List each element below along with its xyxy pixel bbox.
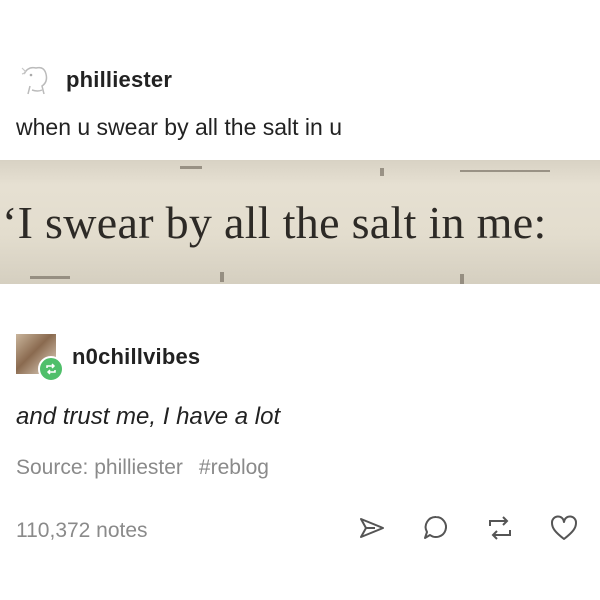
tumblr-post: philliester when u swear by all the salt…	[0, 0, 600, 600]
ghost-glyph	[220, 272, 224, 282]
reblogger-row: n0chillvibes	[16, 334, 200, 382]
notes-count[interactable]: 110,372 notes	[16, 519, 148, 543]
reblog-icon[interactable]	[482, 510, 518, 546]
reblogger-username[interactable]: n0chillvibes	[72, 344, 200, 370]
ghost-glyph	[460, 170, 550, 172]
reblogger-avatar[interactable]	[16, 334, 64, 382]
source-row: Source: philliester #reblog	[16, 456, 269, 480]
share-icon[interactable]	[354, 510, 390, 546]
ghost-glyph	[180, 166, 202, 169]
source-link[interactable]: Source: philliester	[16, 456, 183, 480]
reply-icon[interactable]	[418, 510, 454, 546]
reblog-badge-icon	[38, 356, 64, 382]
author-username[interactable]: philliester	[66, 67, 172, 93]
author-avatar[interactable]	[16, 60, 56, 100]
book-page-image: ‘I swear by all the salt in me:	[0, 160, 600, 284]
ghost-glyph	[460, 274, 464, 284]
original-author-row: philliester	[16, 60, 172, 100]
ghost-glyph	[380, 168, 384, 176]
tag-link[interactable]: #reblog	[199, 456, 269, 480]
reblog-comment: and trust me, I have a lot	[16, 403, 281, 430]
post-caption: when u swear by all the salt in u	[16, 114, 343, 140]
like-icon[interactable]	[546, 510, 582, 546]
ghost-glyph	[30, 276, 70, 279]
book-text: ‘I swear by all the salt in me:	[2, 197, 547, 248]
post-actions	[354, 510, 582, 546]
